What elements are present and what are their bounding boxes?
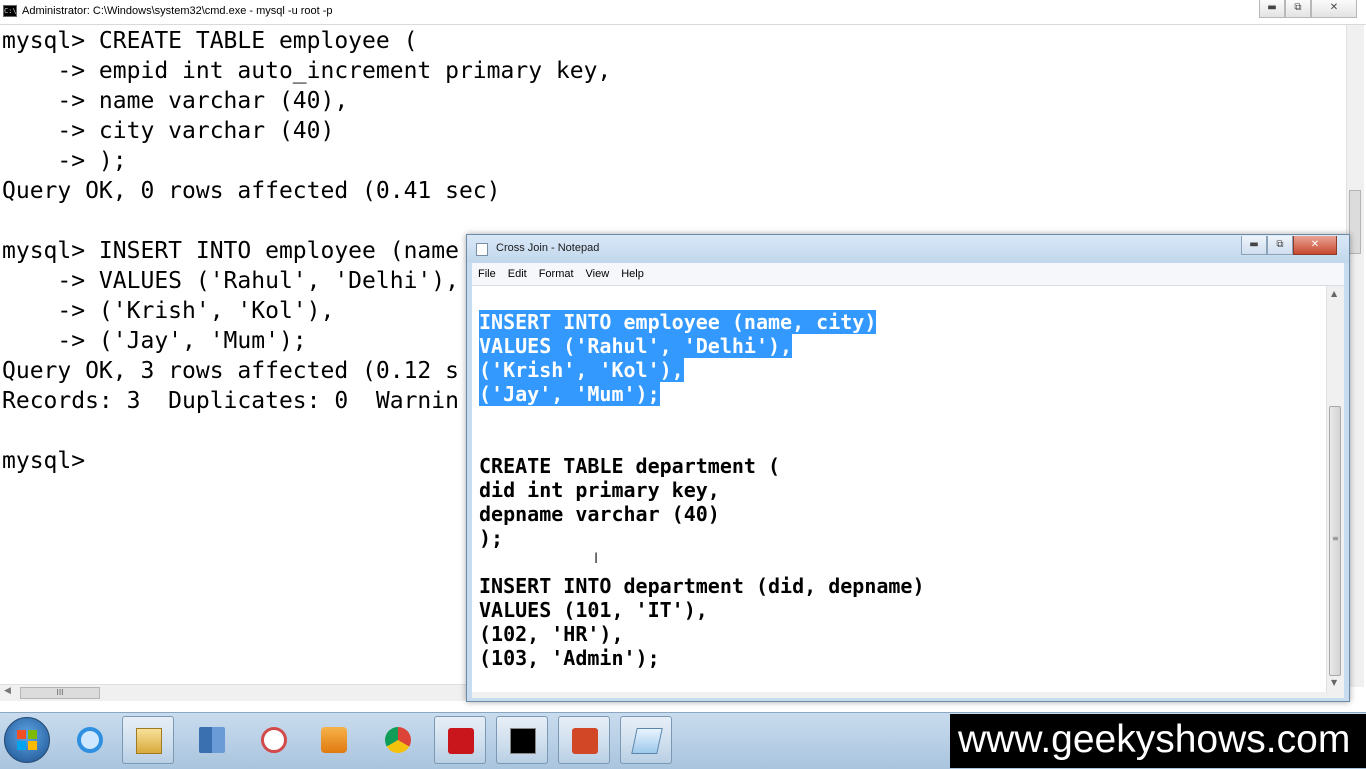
internet-explorer-icon: [77, 727, 103, 753]
menu-edit[interactable]: Edit: [502, 263, 533, 285]
notepad-app-icon[interactable]: [476, 243, 488, 256]
console-line: -> city varchar (40): [2, 118, 335, 144]
menu-help[interactable]: Help: [615, 263, 650, 285]
menu-view[interactable]: View: [580, 263, 616, 285]
selected-text-line[interactable]: INSERT INTO employee (name, city): [479, 310, 877, 334]
taskbar-notepad-button[interactable]: [620, 716, 672, 764]
taskbar-snipping-tool-button[interactable]: [248, 716, 300, 764]
console-line: -> name varchar (40),: [2, 88, 349, 114]
text-line[interactable]: (103, 'Admin');: [479, 646, 660, 670]
notepad-vertical-scrollbar[interactable]: ▲ ≡ ▼: [1326, 286, 1344, 692]
media-player-icon: [321, 727, 347, 753]
taskbar-chrome-button[interactable]: [372, 716, 424, 764]
notepad-minimize-button[interactable]: ▬: [1241, 236, 1267, 255]
scroll-down-arrow-icon[interactable]: ▼: [1331, 678, 1337, 687]
selected-text-line[interactable]: VALUES ('Rahul', 'Delhi'),: [479, 334, 793, 358]
watermark-text: www.geekyshows.com: [958, 718, 1351, 761]
scroll-up-arrow-icon[interactable]: ▲: [1331, 289, 1337, 298]
text-line[interactable]: CREATE TABLE department (: [479, 454, 780, 478]
scroll-grip-icon: ≡: [1332, 534, 1339, 543]
taskbar-book-button[interactable]: [186, 716, 238, 764]
text-line[interactable]: depname varchar (40): [479, 502, 720, 526]
cmd-restore-button[interactable]: ⧉: [1285, 0, 1311, 18]
taskbar-command-prompt-button[interactable]: [496, 716, 548, 764]
cmd-window-title: Administrator: C:\Windows\system32\cmd.e…: [22, 5, 333, 17]
notepad-icon: [631, 728, 663, 754]
taskbar-windows-explorer-button[interactable]: [122, 716, 174, 764]
powerpoint-icon: [572, 728, 598, 754]
cmd-horizontal-scrollbar[interactable]: ◀ III: [0, 684, 466, 701]
text-line[interactable]: INSERT INTO department (did, depname): [479, 574, 925, 598]
selected-text-line[interactable]: ('Jay', 'Mum');: [479, 382, 660, 406]
notepad-title-bar[interactable]: Cross Join - Notepad ▬ ⧉ ✕: [467, 235, 1349, 263]
taskbar-internet-explorer-button[interactable]: [64, 716, 116, 764]
selected-text-line[interactable]: ('Krish', 'Kol'),: [479, 358, 684, 382]
command-prompt-icon: [510, 728, 536, 754]
notepad-text-area[interactable]: I INSERT INTO employee (name, city) VALUE…: [472, 286, 1326, 692]
console-line: Query OK, 0 rows affected (0.41 sec): [2, 178, 501, 204]
text-line[interactable]: (102, 'HR'),: [479, 622, 624, 646]
notepad-window[interactable]: Cross Join - Notepad ▬ ⧉ ✕ File Edit For…: [466, 234, 1350, 702]
cmd-app-icon[interactable]: C:\: [3, 5, 17, 17]
taskbar-powerpoint-button[interactable]: [558, 716, 610, 764]
notepad-menu-bar: File Edit Format View Help: [472, 263, 1344, 286]
console-line: -> empid int auto_increment primary key,: [2, 58, 612, 84]
menu-file[interactable]: File: [472, 263, 502, 285]
cmd-title-bar[interactable]: C:\ Administrator: C:\Windows\system32\c…: [0, 0, 1366, 25]
cmd-close-button[interactable]: ✕: [1311, 0, 1357, 18]
text-line[interactable]: did int primary key,: [479, 478, 720, 502]
chrome-icon: [385, 727, 411, 753]
windows-logo-icon: [17, 730, 37, 750]
text-line[interactable]: );: [479, 526, 503, 550]
scroll-left-arrow-icon[interactable]: ◀: [4, 686, 11, 696]
notepad-window-title: Cross Join - Notepad: [496, 242, 600, 254]
book-icon: [199, 727, 225, 753]
cmd-horizontal-scroll-thumb[interactable]: III: [20, 687, 100, 699]
notepad-scroll-thumb[interactable]: ≡: [1329, 406, 1341, 676]
text-cursor-icon: I: [594, 551, 599, 567]
notepad-restore-button[interactable]: ⧉: [1267, 236, 1293, 255]
notepad-close-button[interactable]: ✕: [1293, 236, 1337, 255]
console-line: -> );: [2, 148, 127, 174]
text-line[interactable]: VALUES (101, 'IT'),: [479, 598, 708, 622]
windows-explorer-icon: [136, 728, 162, 754]
taskbar-adobe-reader-button[interactable]: [434, 716, 486, 764]
taskbar-media-player-button[interactable]: [308, 716, 360, 764]
watermark: www.geekyshows.com: [950, 714, 1366, 768]
start-button[interactable]: [4, 717, 50, 763]
notepad-bottom-border: [472, 692, 1344, 698]
adobe-reader-icon: [448, 728, 474, 754]
menu-format[interactable]: Format: [533, 263, 580, 285]
cmd-minimize-button[interactable]: ▬: [1259, 0, 1285, 18]
cmd-vertical-scroll-thumb[interactable]: [1349, 190, 1361, 254]
snipping-tool-icon: [261, 727, 287, 753]
console-line: mysql> CREATE TABLE employee (: [2, 28, 418, 54]
